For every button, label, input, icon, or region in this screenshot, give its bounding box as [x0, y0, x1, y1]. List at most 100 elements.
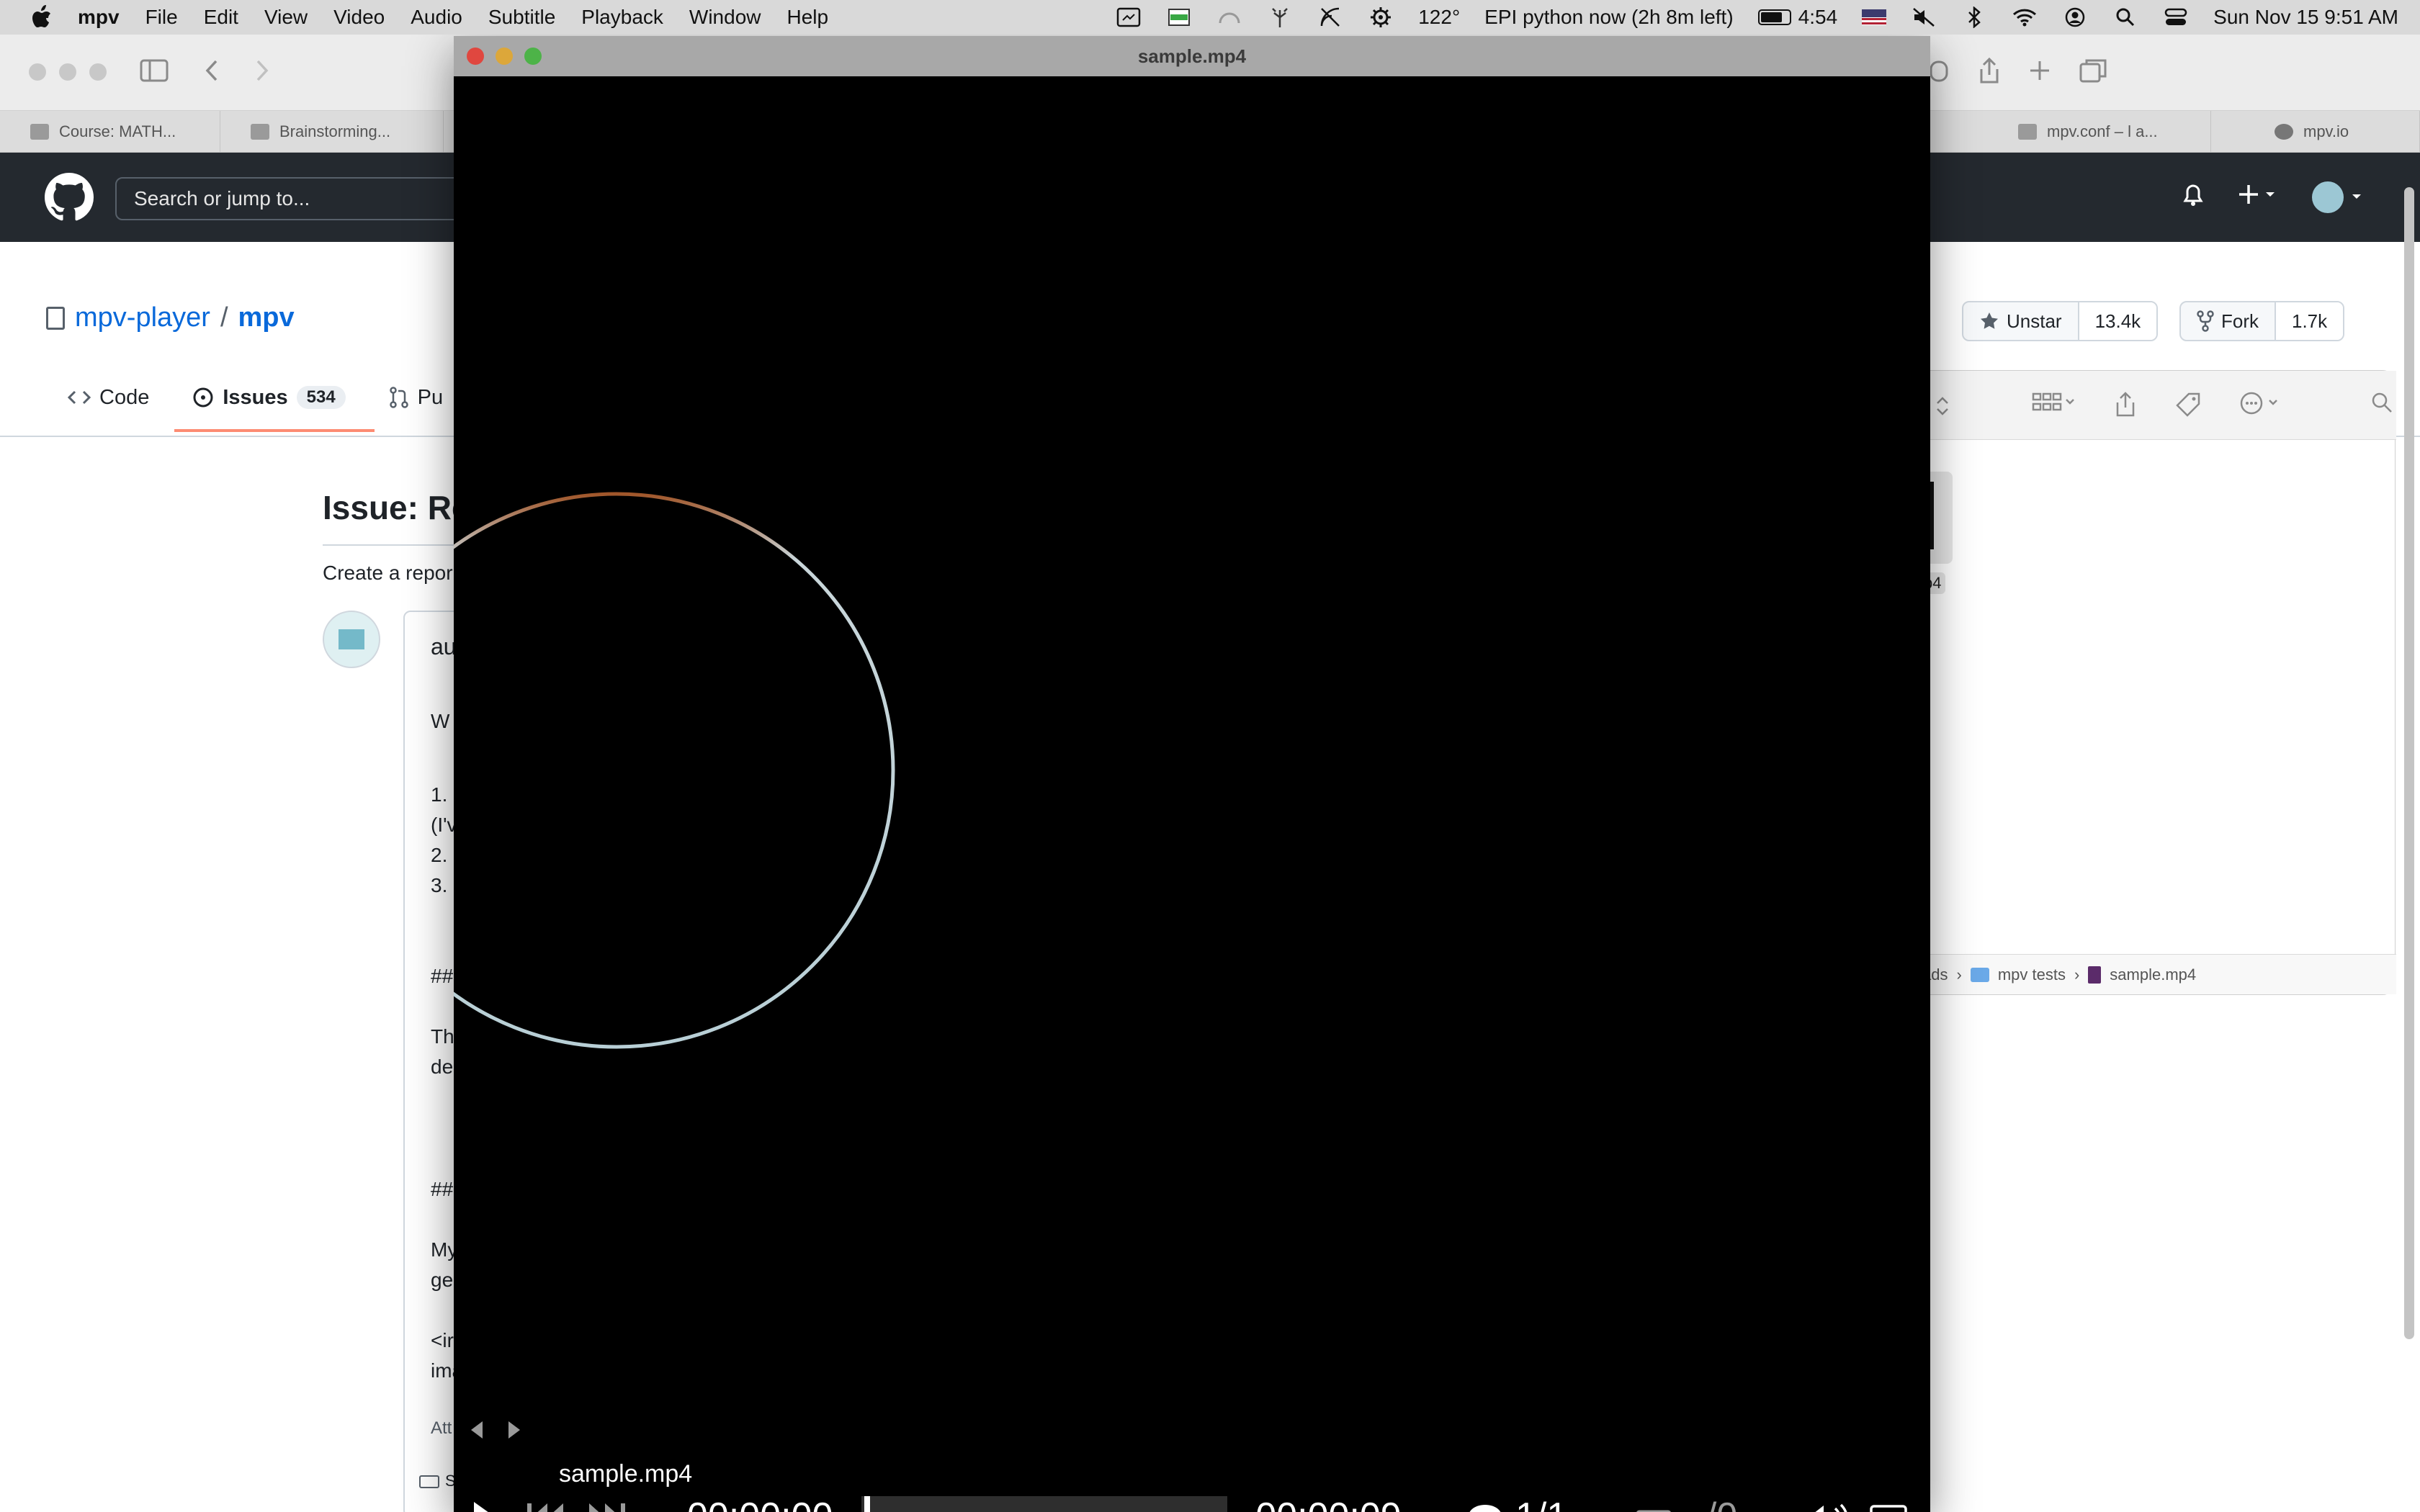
minimize-dot[interactable]: [59, 63, 76, 81]
antenna-icon[interactable]: [1267, 4, 1293, 30]
battery-status[interactable]: 4:54: [1757, 6, 1837, 29]
control-center-icon[interactable]: [2163, 4, 2189, 30]
create-new-plus-icon[interactable]: [2238, 182, 2277, 213]
tab-favicon-icon: [2275, 124, 2293, 140]
menu-video[interactable]: Video: [333, 6, 385, 29]
menu-playback[interactable]: Playback: [581, 6, 663, 29]
bluetooth-icon[interactable]: [1961, 4, 1987, 30]
more-actions-icon[interactable]: [2239, 391, 2284, 424]
path-separator-icon: ›: [2074, 965, 2080, 984]
remaining-time[interactable]: -00:00:09: [1243, 1495, 1402, 1512]
settings-gear-icon[interactable]: [1368, 4, 1394, 30]
video-surface[interactable]: [454, 76, 1930, 1452]
active-tab-indicator: [174, 429, 375, 432]
temperature-readout[interactable]: 122°: [1418, 6, 1460, 29]
path-separator-icon: ›: [1956, 965, 1962, 984]
user-menu[interactable]: [2312, 181, 2362, 213]
menu-clock[interactable]: Sun Nov 15 9:51 AM: [2213, 6, 2398, 29]
subtitle-track-counter[interactable]: 1/1: [1515, 1495, 1567, 1512]
seek-handle[interactable]: [864, 1496, 870, 1512]
tab-overview-icon[interactable]: [2077, 55, 2109, 86]
screen-capture-icon[interactable]: [1116, 4, 1142, 30]
issues-count-badge: 534: [296, 386, 346, 409]
tab-issues[interactable]: Issues 534: [192, 382, 346, 413]
meter-icon[interactable]: [1166, 4, 1192, 30]
body-line: de: [431, 1056, 454, 1078]
menu-audio[interactable]: Audio: [411, 6, 462, 29]
finder-search-icon[interactable]: [2370, 391, 2393, 424]
play-icon[interactable]: [470, 1498, 498, 1512]
tab-code-label: Code: [99, 385, 150, 409]
fork-button[interactable]: Fork: [2181, 302, 2275, 340]
page-scrollbar[interactable]: [2404, 187, 2414, 1339]
attach-files-hint[interactable]: Att: [431, 1418, 452, 1439]
wifi-icon[interactable]: [2012, 4, 2038, 30]
tab-pull-requests[interactable]: Pu: [389, 382, 443, 413]
caption-track-counter[interactable]: –/0: [1685, 1495, 1737, 1512]
browser-tab[interactable]: Course: MATH...: [0, 111, 220, 153]
github-logo-icon[interactable]: [45, 173, 94, 222]
close-button[interactable]: [467, 48, 484, 65]
fork-count[interactable]: 1.7k: [2275, 302, 2344, 340]
calendar-event[interactable]: EPI python now (2h 8m left): [1484, 6, 1734, 29]
back-arrow-icon[interactable]: [196, 55, 228, 86]
menu-edit[interactable]: Edit: [204, 6, 238, 29]
browser-tab[interactable]: mpv.conf – l a...: [1988, 111, 2211, 153]
browser-tab[interactable]: mpv.io: [2211, 111, 2420, 153]
user-account-icon[interactable]: [2062, 4, 2088, 30]
body-line: 2.: [431, 844, 448, 866]
fullscreen-icon[interactable]: [1868, 1503, 1909, 1512]
gauge-icon[interactable]: [1216, 4, 1242, 30]
apple-logo-icon[interactable]: [27, 3, 56, 32]
skip-forward-icon[interactable]: [586, 1498, 627, 1512]
network-off-icon[interactable]: [1317, 4, 1343, 30]
group-view-icon[interactable]: [2032, 391, 2076, 424]
path-segment[interactable]: mpv tests: [1998, 966, 2066, 984]
playlist-prev-icon[interactable]: [468, 1420, 485, 1446]
skip-back-icon[interactable]: [526, 1498, 566, 1512]
browser-window-controls[interactable]: [29, 63, 107, 81]
mute-icon[interactable]: [1911, 4, 1937, 30]
zoom-dot[interactable]: [89, 63, 107, 81]
unstar-label: Unstar: [2007, 310, 2062, 332]
tab-code[interactable]: Code: [68, 382, 149, 413]
share-icon[interactable]: [1973, 55, 2005, 86]
sidebar-toggle-icon[interactable]: [138, 55, 170, 86]
close-dot[interactable]: [29, 63, 46, 81]
mpv-titlebar[interactable]: sample.mp4: [454, 36, 1930, 76]
star-count[interactable]: 13.4k: [2077, 302, 2157, 340]
menu-help[interactable]: Help: [787, 6, 829, 29]
browser-tab[interactable]: Brainstorming...: [220, 111, 444, 153]
forward-arrow-icon[interactable]: [246, 55, 278, 86]
playlist-next-icon[interactable]: [506, 1420, 523, 1446]
notifications-bell-icon[interactable]: [2182, 182, 2204, 213]
write-tab[interactable]: W: [431, 710, 449, 733]
spotlight-search-icon[interactable]: [2112, 4, 2138, 30]
tag-icon[interactable]: [2174, 391, 2202, 424]
repo-nav: Code Issues 534 Pu: [68, 382, 443, 413]
minimize-button[interactable]: [496, 48, 513, 65]
repo-name-link[interactable]: mpv: [238, 302, 295, 333]
menu-app-name[interactable]: mpv: [78, 6, 120, 29]
path-segment[interactable]: sample.mp4: [2110, 966, 2196, 984]
seek-bar[interactable]: [861, 1496, 1227, 1512]
menu-window[interactable]: Window: [689, 6, 761, 29]
finder-share-icon[interactable]: [2114, 391, 2137, 424]
menu-view[interactable]: View: [264, 6, 308, 29]
mpv-window-title: sample.mp4: [1137, 45, 1247, 67]
input-source-flag-icon[interactable]: [1862, 9, 1887, 25]
body-line: <ir: [431, 1329, 454, 1351]
caption-track-icon[interactable]: [1635, 1508, 1672, 1512]
sort-chevron-icon[interactable]: [1935, 395, 1950, 420]
zoom-button[interactable]: [524, 48, 542, 65]
repo-owner-link[interactable]: mpv-player: [75, 302, 210, 333]
finder-toolbar: [1917, 371, 2396, 440]
new-tab-plus-icon[interactable]: [2024, 55, 2056, 86]
menu-file[interactable]: File: [145, 6, 178, 29]
menu-subtitle[interactable]: Subtitle: [488, 6, 555, 29]
volume-icon[interactable]: [1805, 1502, 1848, 1512]
subtitle-bubble-icon[interactable]: [1465, 1500, 1505, 1512]
elapsed-time[interactable]: 00:00:00: [687, 1495, 833, 1512]
unstar-button[interactable]: Unstar: [1963, 302, 2078, 340]
issue-title-input[interactable]: au: [431, 634, 457, 660]
